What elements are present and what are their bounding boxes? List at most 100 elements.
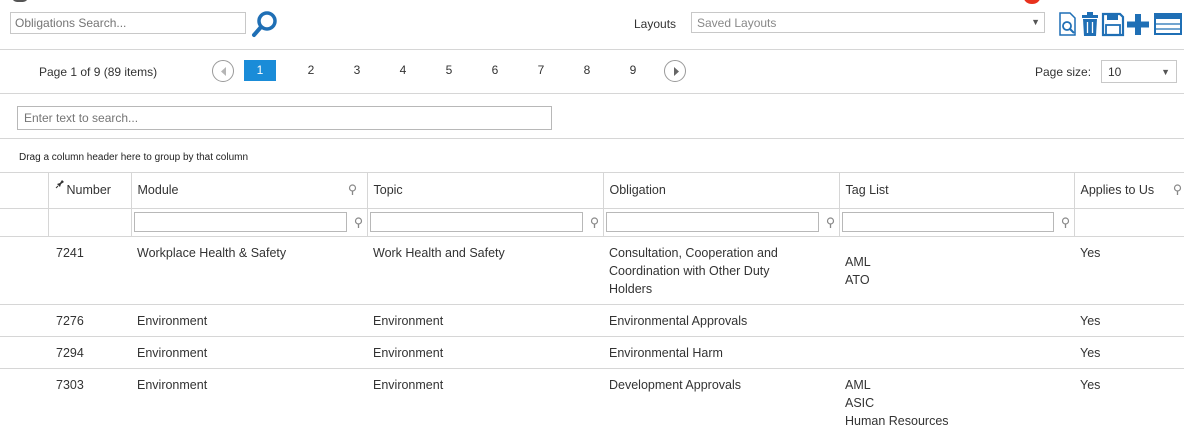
- number-cell: 7294: [0, 336, 131, 369]
- applies-cell: Yes: [1074, 368, 1184, 425]
- obligation-cell: Environmental Approvals: [603, 304, 839, 337]
- page-size-select[interactable]: 10 ▼: [1101, 60, 1177, 83]
- filter-icon[interactable]: [348, 184, 357, 196]
- page-4-button[interactable]: 4: [387, 60, 419, 81]
- chevron-down-icon: ▼: [1031, 17, 1040, 27]
- module-cell: Environment: [131, 304, 367, 337]
- tag-list-cell: [839, 336, 1074, 369]
- filter-cell-tag-list: [839, 208, 1075, 237]
- page-6-button[interactable]: 6: [479, 60, 511, 81]
- number-cell: 7276: [0, 304, 131, 337]
- page-8-button[interactable]: 8: [571, 60, 603, 81]
- column-filter-row: [0, 208, 1184, 237]
- obligation-cell: Consultation, Cooperation and Coordinatio…: [603, 236, 839, 305]
- tag-list-cell: AML ATO: [839, 236, 1074, 305]
- column-header-topic[interactable]: Topic: [367, 173, 604, 209]
- page-2-button[interactable]: 2: [295, 60, 327, 81]
- obligation-line: Development Approvals: [609, 377, 742, 392]
- expand-column-header: [0, 173, 49, 209]
- layouts-select[interactable]: Saved Layouts ▼: [691, 12, 1045, 33]
- export-icon[interactable]: [1152, 11, 1184, 37]
- filter-icon[interactable]: [1061, 216, 1070, 229]
- chevron-right-icon: [674, 67, 679, 76]
- column-label-number: Number: [66, 183, 111, 197]
- tag-item: AML: [845, 377, 871, 392]
- grid-search-row: [0, 94, 1184, 139]
- table-row[interactable]: 7294 Environment Environment Environmental …: [0, 336, 1184, 369]
- previous-page-button[interactable]: [212, 60, 234, 82]
- module-filter-input[interactable]: [133, 211, 347, 232]
- page-size-value: 10: [1108, 65, 1122, 79]
- filter-cell-module: [131, 208, 368, 237]
- add-icon[interactable]: [1126, 11, 1150, 37]
- applies-cell: Yes: [1074, 236, 1184, 305]
- group-hint: Drag a column header here to group by th…: [19, 152, 249, 163]
- column-header-applies[interactable]: Applies to Us: [1074, 173, 1184, 209]
- delete-icon[interactable]: [1080, 11, 1100, 37]
- column-header-obligation[interactable]: Obligation: [603, 173, 840, 209]
- obligation-cell: Development Approvals: [603, 368, 839, 425]
- topic-cell: Environment: [367, 336, 603, 369]
- print-preview-icon[interactable]: [1058, 11, 1078, 37]
- topic-filter-input[interactable]: [369, 211, 583, 232]
- column-header-tag-list[interactable]: Tag List: [839, 173, 1075, 209]
- page-1-button[interactable]: 1: [244, 60, 276, 81]
- topic-cell: Environment: [367, 368, 603, 425]
- obligation-line: Environmental Harm: [609, 345, 723, 360]
- obligation-line: Consultation, Cooperation and: [609, 245, 778, 260]
- column-header-module[interactable]: Module: [131, 173, 368, 209]
- number-cell: 7241: [0, 236, 131, 305]
- module-cell: Environment: [131, 368, 367, 425]
- notification-badge[interactable]: [1024, 0, 1040, 4]
- page-7-button[interactable]: 7: [525, 60, 557, 81]
- obligation-filter-input[interactable]: [605, 211, 819, 232]
- filter-cell-topic: [367, 208, 604, 237]
- obligations-grid: Page 1 of 9 (89 items) 123456789 Page si…: [0, 49, 1184, 425]
- tag-item: ASIC: [845, 395, 875, 410]
- page-5-button[interactable]: 5: [433, 60, 465, 81]
- filter-cell-obligation: [603, 208, 840, 237]
- filter-icon[interactable]: [354, 216, 363, 229]
- column-label-applies: Applies to Us: [1080, 183, 1155, 197]
- pager: Page 1 of 9 (89 items) 123456789 Page si…: [0, 50, 1184, 94]
- filter-icon[interactable]: [1173, 184, 1182, 196]
- table-row[interactable]: 7303 Environment Environment Development Ap…: [0, 368, 1184, 425]
- page-9-button[interactable]: 9: [617, 60, 649, 81]
- chevron-left-icon: [221, 67, 226, 76]
- filter-icon[interactable]: [590, 216, 599, 229]
- filter-cell-applies: [1074, 208, 1184, 237]
- obligations-table: Number Module Topic Obligation Tag List …: [0, 173, 1184, 425]
- page-3-button[interactable]: 3: [341, 60, 373, 81]
- search-button[interactable]: [250, 9, 280, 39]
- module-cell: Environment: [131, 336, 367, 369]
- number-cell: 7303: [0, 368, 131, 425]
- tag-item: AML: [845, 254, 871, 269]
- applies-cell: Yes: [1074, 304, 1184, 337]
- column-header-number[interactable]: Number: [48, 173, 132, 209]
- filter-cell-number: [48, 208, 132, 237]
- column-label-module: Module: [137, 183, 179, 197]
- filter-icon[interactable]: [826, 216, 835, 229]
- module-cell: Workplace Health & Safety: [131, 236, 367, 305]
- header-row: Number Module Topic Obligation Tag List …: [0, 173, 1184, 209]
- obligation-line: Holders: [609, 281, 653, 296]
- obligation-line: Environmental Approvals: [609, 313, 748, 328]
- tag-item: ATO: [845, 272, 870, 287]
- grid-search-input[interactable]: [17, 106, 552, 130]
- obligation-line: Coordination with Other Duty: [609, 263, 770, 278]
- pager-summary: Page 1 of 9 (89 items): [39, 65, 158, 79]
- filter-cell-expand: [0, 208, 49, 237]
- topic-cell: Work Health and Safety: [367, 236, 603, 305]
- table-row[interactable]: 7276 Environment Environment Environmental …: [0, 304, 1184, 337]
- search-icon: [252, 11, 277, 37]
- applies-cell: Yes: [1074, 336, 1184, 369]
- group-panel[interactable]: Drag a column header here to group by th…: [0, 139, 1184, 173]
- page-title-fragment: [12, 0, 28, 2]
- chevron-down-icon: ▼: [1161, 67, 1170, 77]
- save-icon[interactable]: [1101, 11, 1125, 37]
- tag-item: Human Resources: [845, 413, 949, 425]
- tag-list-filter-input[interactable]: [841, 211, 1054, 232]
- table-row[interactable]: 7241 Workplace Health & Safety Work Health…: [0, 236, 1184, 305]
- next-page-button[interactable]: [664, 60, 686, 82]
- obligations-search-input[interactable]: [10, 12, 246, 34]
